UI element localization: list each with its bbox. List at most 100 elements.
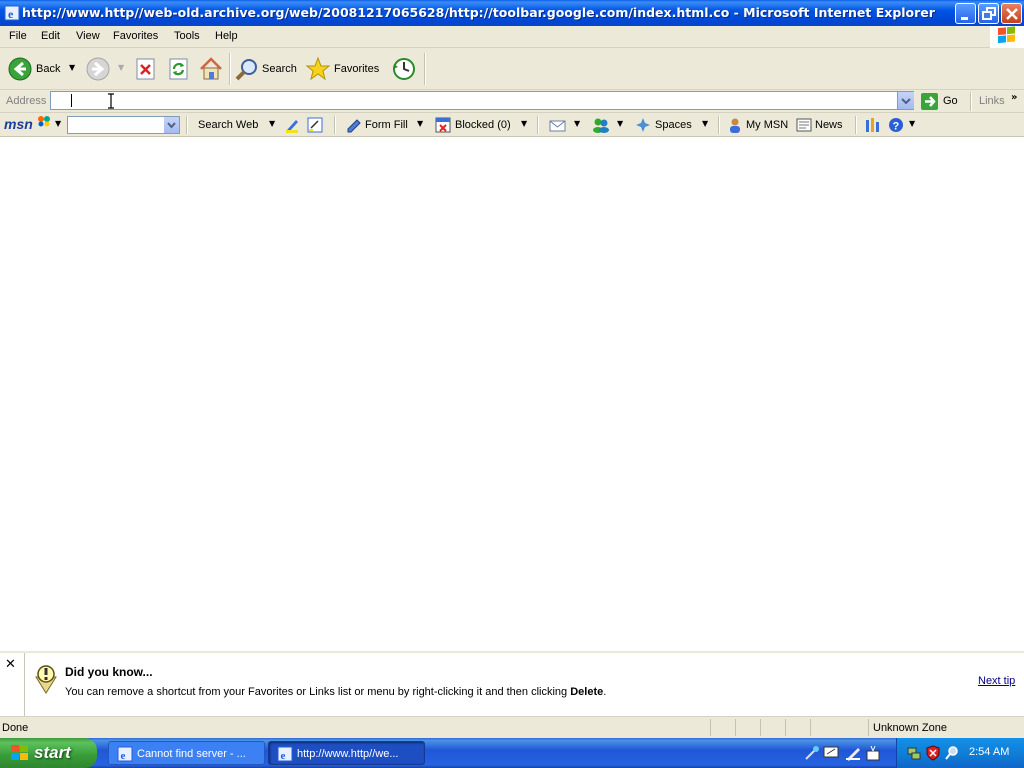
next-tip-link[interactable]: Next tip	[978, 675, 1015, 687]
search-web-dropdown-icon[interactable]: ▼	[269, 119, 275, 128]
menu-file[interactable]: File	[9, 30, 27, 42]
lightbulb-icon	[34, 663, 58, 698]
restore-button[interactable]	[978, 3, 999, 24]
window-title: http://www.http//web-old.archive.org/web…	[22, 5, 935, 20]
status-pane-divider	[785, 719, 786, 736]
security-shield-icon[interactable]	[925, 745, 941, 764]
go-arrow-icon	[921, 93, 938, 110]
help-button[interactable]: ?	[888, 117, 904, 136]
search-button[interactable]: Search	[234, 56, 298, 82]
minimize-button[interactable]	[955, 3, 976, 24]
links-label[interactable]: Links	[979, 95, 1005, 107]
text-caret	[71, 94, 72, 107]
news-button[interactable]: News	[815, 119, 843, 131]
options-button[interactable]	[864, 117, 880, 136]
task-label: Cannot find server - ...	[137, 748, 246, 760]
svg-text:e: e	[121, 750, 126, 762]
history-button[interactable]	[391, 56, 417, 85]
back-label: Back	[36, 63, 61, 75]
tip-close-button[interactable]: ✕	[5, 657, 16, 672]
stop-button[interactable]	[135, 58, 157, 83]
chevron-right-icon[interactable]: »	[1011, 92, 1017, 103]
help-dropdown-icon[interactable]: ▼	[909, 119, 915, 128]
help-icon: ?	[889, 118, 903, 133]
status-pane-divider	[868, 719, 869, 736]
refresh-icon	[169, 58, 188, 80]
messenger-dropdown-icon[interactable]: ▼	[617, 119, 623, 128]
svg-text:?: ?	[893, 121, 900, 133]
address-dropdown-button[interactable]	[897, 92, 914, 109]
back-button[interactable]: Back ▼	[8, 56, 78, 82]
menu-view[interactable]: View	[76, 30, 100, 42]
msn-search-input[interactable]	[67, 116, 180, 134]
msn-logo[interactable]: msn	[4, 116, 33, 132]
msn-search-dropdown[interactable]	[164, 117, 179, 133]
refresh-button[interactable]	[168, 58, 190, 83]
form-fill-icon	[346, 117, 362, 136]
ie-icon: e	[117, 746, 133, 762]
form-fill-button[interactable]: Form Fill	[365, 119, 408, 131]
mail-button[interactable]	[549, 117, 567, 136]
minimize-icon	[961, 17, 968, 20]
quicklaunch-display-icon[interactable]	[823, 745, 839, 764]
highlight-button[interactable]	[284, 117, 300, 136]
toolbar-separator	[537, 116, 539, 134]
menu-help[interactable]: Help	[215, 30, 238, 42]
menu-tools[interactable]: Tools	[174, 30, 200, 42]
close-button[interactable]	[1001, 3, 1022, 24]
forward-button[interactable]: ▼	[86, 57, 126, 81]
start-label: start	[34, 743, 71, 762]
tip-body: You can remove a shortcut from your Favo…	[65, 686, 606, 698]
tip-panel: ✕ Did you know... You can remove a short…	[0, 651, 1024, 716]
title-bar[interactable]: e http://www.http//web-old.archive.org/w…	[0, 0, 1024, 26]
highlighter-icon	[286, 120, 298, 133]
menu-edit[interactable]: Edit	[41, 30, 60, 42]
status-text: Done	[2, 722, 29, 734]
notepad-icon	[307, 117, 323, 133]
network-icon[interactable]	[906, 745, 922, 764]
home-icon	[200, 57, 222, 80]
go-button[interactable]: Go	[920, 92, 976, 111]
msn-dropdown-icon[interactable]: ▼	[55, 119, 61, 128]
taskbar-item-http[interactable]: e http://www.http//we...	[268, 741, 425, 765]
mail-dropdown-icon[interactable]: ▼	[574, 119, 580, 128]
favorites-button[interactable]: Favorites	[305, 56, 383, 82]
chevron-down-icon	[167, 122, 176, 129]
blocked-dropdown-icon[interactable]: ▼	[521, 119, 527, 128]
clock[interactable]: 2:54 AM	[969, 746, 1009, 758]
messenger-button[interactable]	[592, 117, 610, 136]
start-button[interactable]: start	[0, 738, 97, 768]
form-fill-dropdown-icon[interactable]: ▼	[417, 119, 423, 128]
forward-dropdown-icon: ▼	[118, 63, 125, 72]
favorites-star-icon	[305, 56, 331, 81]
taskbar-item-cannot-find-server[interactable]: e Cannot find server - ...	[108, 741, 265, 765]
spaces-dropdown-icon[interactable]: ▼	[702, 119, 708, 128]
my-msn-icon	[727, 117, 743, 136]
stop-icon	[136, 58, 155, 80]
standard-toolbar: Back ▼ ▼ Search Favorites	[0, 48, 1024, 90]
tip-title: Did you know...	[65, 665, 153, 679]
blocked-popups-button[interactable]: Blocked (0)	[455, 119, 511, 131]
menu-favorites[interactable]: Favorites	[113, 30, 158, 42]
taskbar: start e Cannot find server - ... e http:…	[0, 738, 1024, 768]
windows-flag-icon	[11, 745, 28, 760]
quicklaunch-tool-icon[interactable]	[804, 745, 820, 764]
spaces-button[interactable]: Spaces	[655, 119, 692, 131]
page-content[interactable]	[0, 137, 1024, 651]
quicklaunch-pen-icon[interactable]	[845, 745, 861, 764]
home-button[interactable]	[198, 56, 224, 85]
tip-body-bold: Delete	[570, 686, 604, 698]
address-input[interactable]	[50, 91, 914, 110]
search-web-button[interactable]: Search Web	[198, 119, 258, 131]
svg-text:e: e	[281, 750, 286, 762]
restore-icon	[982, 7, 996, 20]
my-msn-button[interactable]: My MSN	[746, 119, 788, 131]
quicklaunch-brush-icon[interactable]	[865, 745, 881, 764]
back-arrow-icon	[8, 57, 32, 81]
back-dropdown-icon[interactable]: ▼	[69, 63, 75, 72]
notepad-button[interactable]	[307, 117, 323, 136]
ibeam-cursor-icon	[106, 93, 116, 109]
tray-search-icon[interactable]	[944, 745, 960, 764]
address-label: Address	[6, 95, 47, 107]
system-tray: 2:54 AM	[896, 738, 1024, 768]
